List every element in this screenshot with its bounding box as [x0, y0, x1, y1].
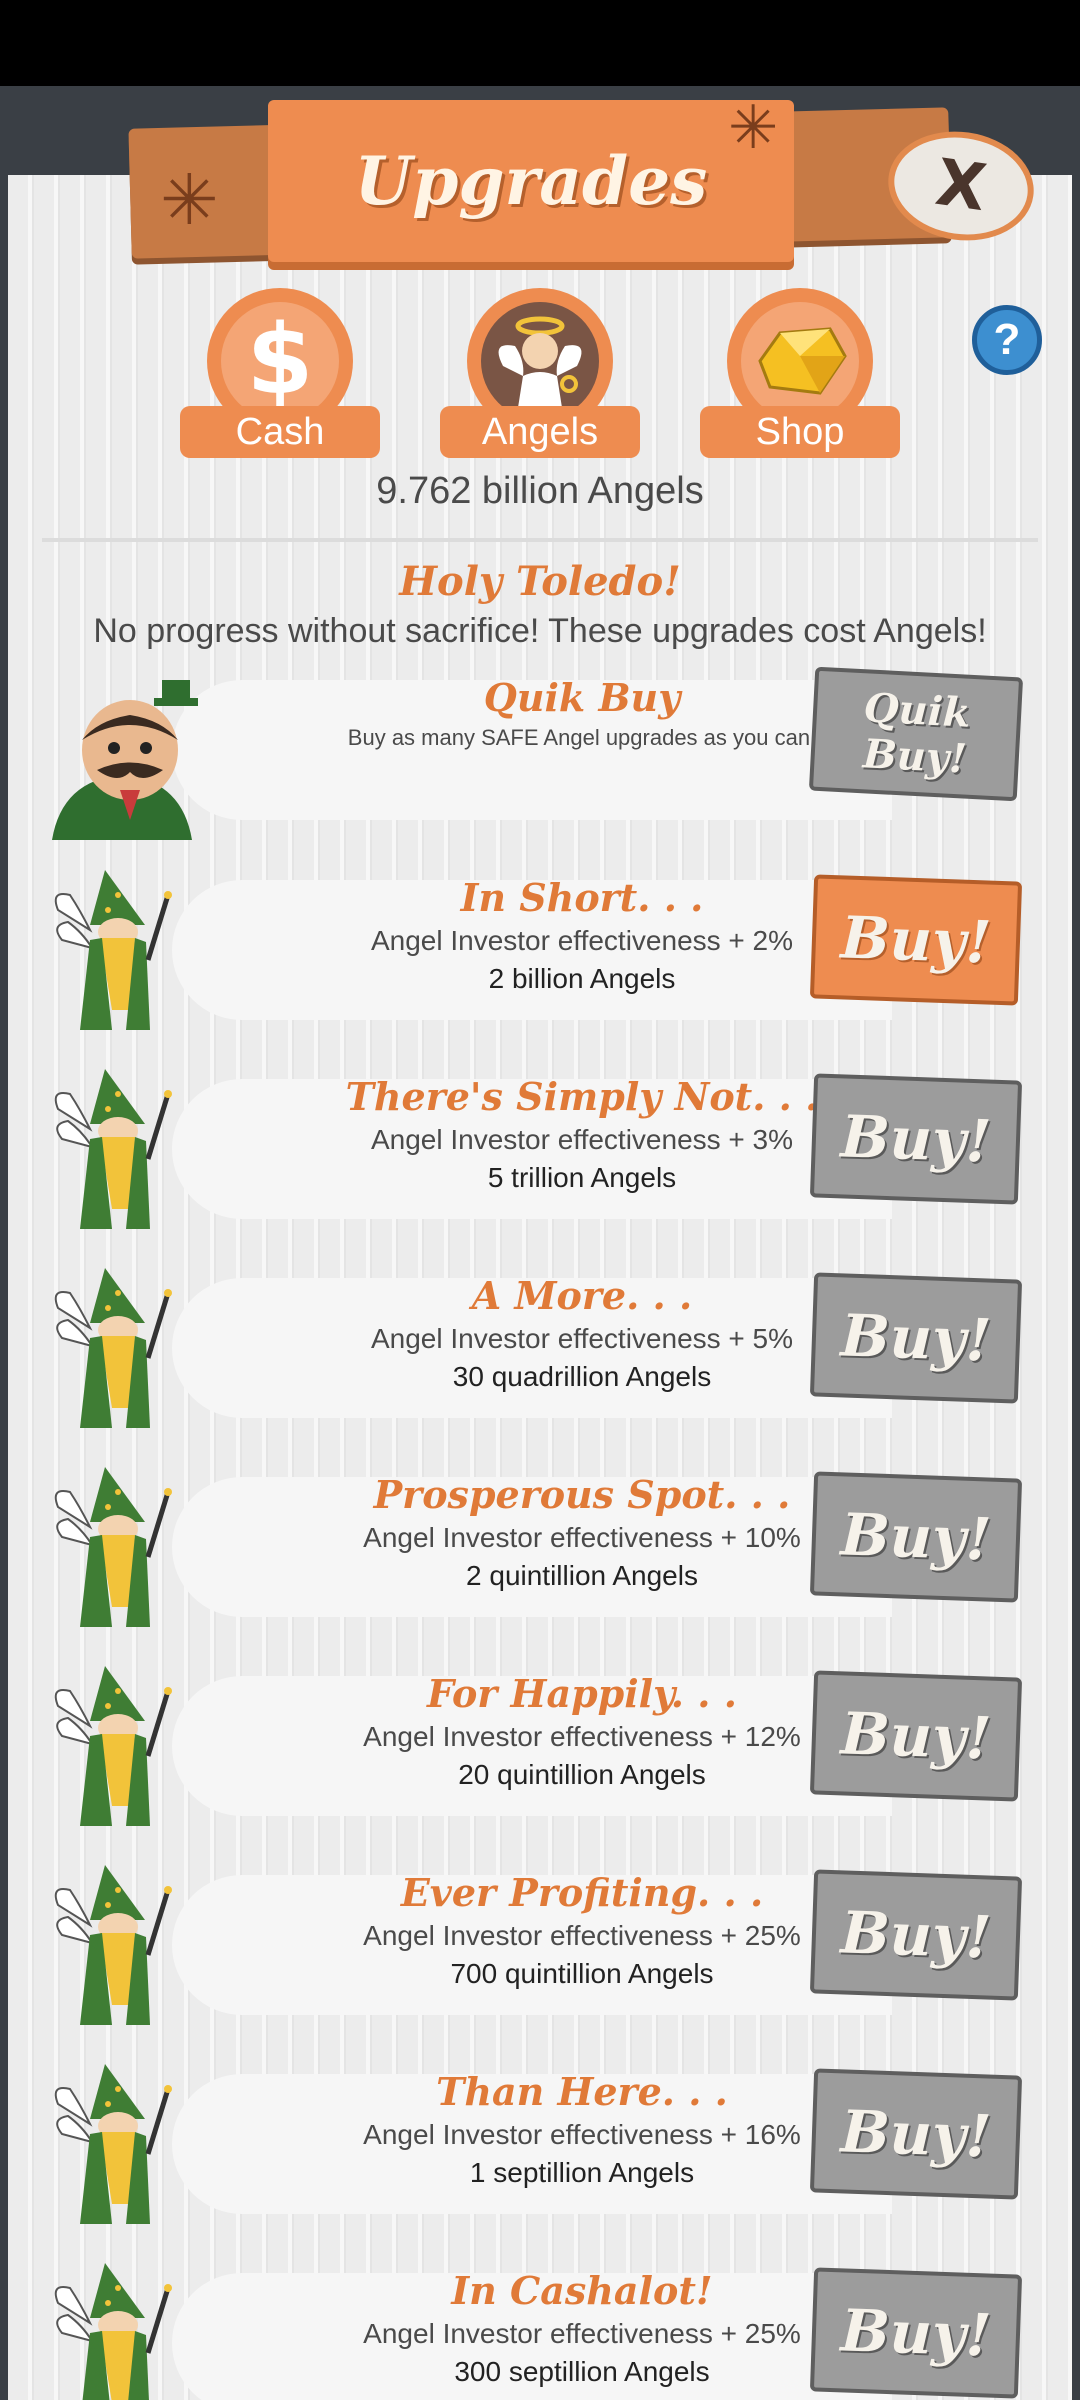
help-button[interactable]: ? [972, 305, 1042, 375]
angel-icon [481, 302, 599, 420]
buy-button[interactable]: Buy! [809, 2267, 1023, 2399]
section-title: Holy Toledo! [399, 558, 681, 605]
quik-buy-button[interactable]: Quik Buy! [808, 666, 1024, 802]
wizard-angel-icon [50, 1069, 180, 1239]
wizard-angel-icon [50, 1865, 180, 2035]
upgrade-row: In Cashalot! Angel Investor effectivenes… [42, 2253, 1042, 2400]
upgrade-row: A More. . . Angel Investor effectiveness… [42, 1258, 1042, 1448]
wizard-angel-icon [50, 1666, 180, 1836]
wizard-angel-icon [50, 2064, 180, 2234]
tab-cash[interactable]: $ Cash [180, 288, 380, 458]
upgrade-row: Than Here. . . Angel Investor effectiven… [42, 2054, 1042, 2244]
divider [42, 538, 1038, 542]
wizard-angel-icon [50, 2263, 180, 2400]
tab-angels-label: Angels [440, 406, 640, 458]
page-title: Upgrades [354, 142, 708, 220]
tab-shop[interactable]: Shop [700, 288, 900, 458]
header-banner: Upgrades [268, 100, 794, 262]
buy-button[interactable]: Buy! [809, 1073, 1023, 1205]
angel-balance: 9.762 billion Angels [376, 470, 704, 512]
wizard-angel-icon [50, 1467, 180, 1637]
section-subtitle: No progress without sacrifice! These upg… [93, 612, 987, 650]
buy-button[interactable]: Buy! [809, 1272, 1023, 1404]
upgrade-row: Ever Profiting. . . Angel Investor effec… [42, 1855, 1042, 2045]
mustache-man-icon [42, 670, 222, 840]
upgrade-row: For Happily. . . Angel Investor effectiv… [42, 1656, 1042, 1846]
wizard-angel-icon [50, 1268, 180, 1438]
quik-buy-row: Quik Buy Buy as many SAFE Angel upgrades… [42, 660, 1042, 850]
buy-button[interactable]: Buy! [809, 1670, 1023, 1802]
tab-cash-label: Cash [180, 406, 380, 458]
dollar-icon: $ [221, 302, 339, 420]
buy-button[interactable]: Buy! [809, 874, 1023, 1006]
tab-angels[interactable]: Angels [440, 288, 640, 458]
upgrade-row: There's Simply Not. . . Angel Investor e… [42, 1059, 1042, 1249]
svg-text:$: $ [247, 311, 314, 411]
buy-button[interactable]: Buy! [809, 1471, 1023, 1603]
upgrade-row: Prosperous Spot. . . Angel Investor effe… [42, 1457, 1042, 1647]
buy-button[interactable]: Buy! [809, 1869, 1023, 2001]
wizard-angel-icon [50, 870, 180, 1040]
star-decoration-icon: ✳ [160, 161, 219, 239]
buy-button[interactable]: Buy! [809, 2068, 1023, 2200]
tab-shop-label: Shop [700, 406, 900, 458]
gold-gem-icon [741, 302, 859, 420]
close-icon: X [931, 145, 991, 227]
star-decoration-icon: ✳ [728, 94, 779, 161]
upgrade-row: In Short. . . Angel Investor effectivene… [42, 860, 1042, 1050]
status-bar [0, 0, 1080, 86]
